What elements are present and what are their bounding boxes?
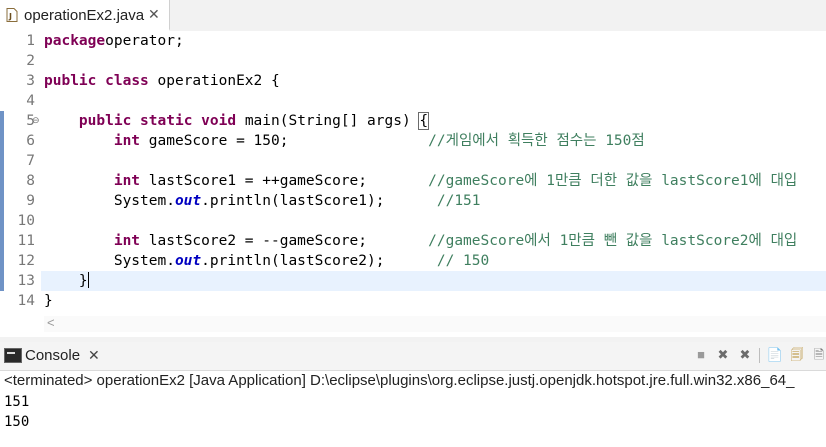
code-editor[interactable]: 1 2 3 4 5 ⊖ 6 7 8 9 10 11 12 13 14 packageoperator; pub… — [0, 31, 826, 332]
code-line[interactable] — [44, 91, 826, 111]
tab-close-icon[interactable]: ✕ — [148, 6, 160, 23]
code-line[interactable]: packageoperator; — [44, 31, 826, 51]
keyword: int — [113, 133, 141, 149]
toolbar-separator — [759, 348, 760, 363]
code-line[interactable] — [44, 51, 826, 71]
comment: //gameScore에서 1만큼 뺀 값을 lastScore2에 대입 — [428, 233, 798, 249]
scroll-lock-icon[interactable]: 🗐 — [788, 346, 806, 364]
line-number: 5 — [26, 113, 35, 129]
console-view-header: Console ✕ ■ ✖ ✖ 📄 🗐 🗎 — [0, 342, 826, 371]
line-number: 6 — [26, 133, 35, 149]
code-line[interactable] — [44, 151, 826, 171]
code-token: .println(lastScore1); — [201, 193, 437, 209]
console-output[interactable]: <terminated> operationEx2 [Java Applicat… — [0, 371, 826, 447]
console-tab-title[interactable]: Console — [25, 347, 80, 364]
code-token: main(String[] args) — [236, 113, 420, 129]
console-output-line: 150 — [4, 414, 30, 430]
svg-text:J: J — [8, 12, 12, 21]
word-wrap-icon[interactable]: 🗎 — [810, 346, 826, 364]
code-token: } — [44, 293, 53, 309]
code-token: operationEx2 { — [148, 73, 280, 89]
keyword: int — [113, 233, 141, 249]
terminated-status: <terminated> operationEx2 [Java Applicat… — [4, 372, 795, 389]
comment: // 150 — [436, 253, 490, 269]
code-line[interactable]: int gameScore = 150; //게임에서 획득한 점수는 150점 — [44, 131, 826, 151]
keyword: public — [44, 73, 97, 89]
line-number: 9 — [26, 193, 35, 209]
keyword: package — [44, 33, 106, 49]
code-token: } — [44, 273, 88, 289]
code-token: lastScore1 = ++gameScore; — [140, 173, 429, 189]
line-number: 8 — [26, 173, 35, 189]
static-field: out — [174, 253, 202, 269]
code-line[interactable]: } — [44, 291, 826, 311]
editor-tab-bar: J operationEx2.java ✕ — [0, 0, 826, 32]
line-number: 2 — [26, 53, 35, 69]
code-token: .println(lastScore2); — [201, 253, 437, 269]
remove-all-icon[interactable]: ✖ — [736, 346, 754, 364]
tab-operationEx2-java[interactable]: J operationEx2.java ✕ — [0, 0, 170, 31]
keyword: class — [105, 73, 149, 89]
code-line[interactable]: public class operationEx2 { — [44, 71, 826, 91]
terminate-icon[interactable]: ■ — [692, 346, 710, 364]
static-field: out — [174, 193, 202, 209]
comment: //gameScore에 1만큼 더한 값을 lastScore1에 대입 — [428, 173, 798, 189]
comment: //게임에서 획득한 점수는 150점 — [428, 133, 645, 149]
clear-console-icon[interactable]: 📄 — [766, 346, 784, 364]
text-cursor — [87, 272, 89, 288]
code-line[interactable]: public static void main(String[] args) { — [44, 111, 826, 131]
line-number: 12 — [17, 253, 35, 269]
comment: //151 — [436, 193, 481, 209]
java-file-icon: J — [6, 8, 18, 22]
tab-title: operationEx2.java — [24, 7, 145, 24]
code-line[interactable]: System.out.println(lastScore2); // 150 — [44, 251, 826, 271]
code-area[interactable]: packageoperator; public class operationEx… — [41, 31, 826, 316]
keyword: void — [201, 113, 237, 129]
code-line[interactable]: int lastScore2 = --gameScore; //gameScor… — [44, 231, 826, 251]
keyword: static — [140, 113, 193, 129]
remove-launch-icon[interactable]: ✖ — [714, 346, 732, 364]
code-token: gameScore = 150; — [140, 133, 429, 149]
console-close-icon[interactable]: ✕ — [88, 347, 100, 364]
code-token: lastScore2 = --gameScore; — [140, 233, 429, 249]
horizontal-scrollbar[interactable]: < — [44, 315, 826, 332]
line-number: 7 — [26, 153, 35, 169]
code-line[interactable]: } — [41, 271, 826, 291]
matching-brace: { — [418, 112, 430, 130]
line-number: 4 — [26, 93, 35, 109]
line-number: 1 — [26, 33, 35, 49]
scroll-left-icon[interactable]: < — [47, 315, 55, 330]
code-token: operator; — [105, 33, 184, 49]
code-token: System. — [44, 253, 175, 269]
line-number-gutter: 1 2 3 4 5 ⊖ 6 7 8 9 10 11 12 13 14 — [4, 31, 41, 316]
line-number: 11 — [17, 233, 35, 249]
code-line[interactable]: int lastScore1 = ++gameScore; //gameScor… — [44, 171, 826, 191]
line-number: 13 — [17, 273, 35, 289]
code-line[interactable] — [44, 211, 826, 231]
fold-collapse-icon[interactable]: ⊖ — [32, 111, 42, 131]
code-line[interactable]: System.out.println(lastScore1); //151 — [44, 191, 826, 211]
code-token: System. — [44, 193, 175, 209]
line-number: 10 — [17, 213, 35, 229]
console-output-line: 151 — [4, 394, 30, 410]
line-number: 14 — [17, 293, 35, 309]
keyword: int — [113, 173, 141, 189]
line-number: 3 — [26, 73, 35, 89]
console-icon — [4, 348, 22, 363]
keyword: public — [78, 113, 132, 129]
